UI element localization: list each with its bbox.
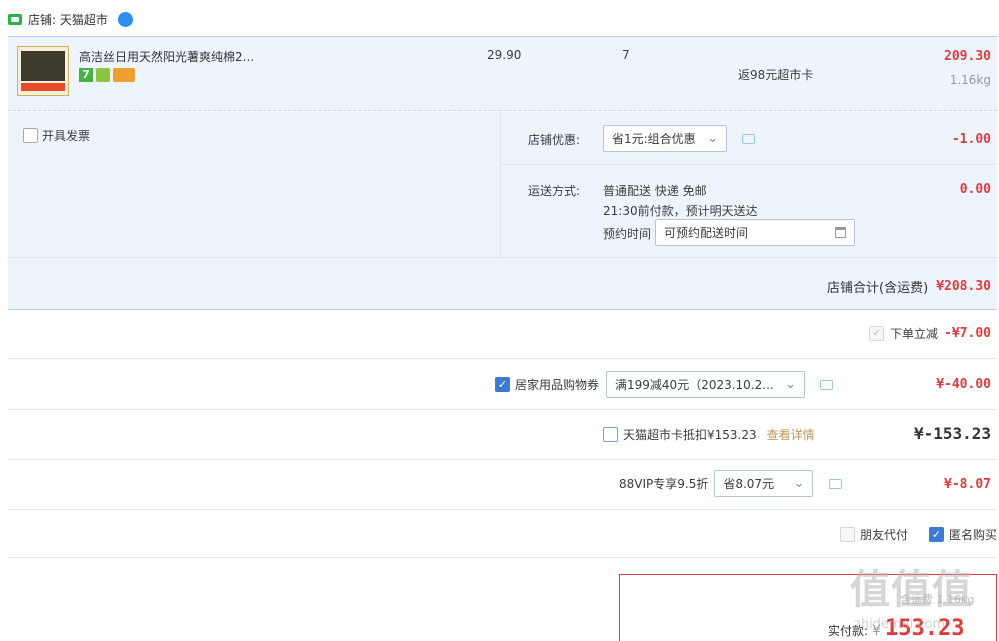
extra-options: 朋友代付 ✓ 匿名购买 <box>839 526 997 543</box>
vip-row: 88VIP专享9.5折 省8.07元 ⌄ <box>619 470 843 497</box>
item-weight: 1.16kg <box>949 73 991 87</box>
shop-total: 店铺合计(含运费) ¥208.30 <box>827 277 991 296</box>
shop-total-label: 店铺合计(含运费) <box>827 281 929 296</box>
shipping-amount: 0.00 <box>959 182 991 197</box>
card-row: 天猫超市卡抵扣¥153.23 查看详情 <box>603 426 815 443</box>
watermark-logo: 值值值 <box>850 567 973 613</box>
divider <box>8 509 997 510</box>
vip-select[interactable]: 省8.07元 ⌄ <box>714 470 814 497</box>
watermark: 值值值 zhidemai.com <box>848 557 998 641</box>
coupon-label: 居家用品购物券 <box>515 378 600 392</box>
quantity: 7 <box>622 48 630 62</box>
card-checkbox[interactable] <box>603 427 618 442</box>
shop-name[interactable]: 店铺: 天猫超市 <box>28 11 108 28</box>
shop-discount-label: 店铺优惠: <box>528 133 581 147</box>
chevron-down-icon: ⌄ <box>785 377 797 392</box>
vip-label: 88VIP专享9.5折 <box>619 477 709 491</box>
shop-total-amount: ¥208.30 <box>936 279 991 294</box>
shipping-label: 运送方式: <box>528 184 581 198</box>
divider <box>8 409 997 410</box>
panel-divider-horizontal <box>501 164 997 165</box>
shipping-eta: 21:30前付款，预计明天送达 <box>603 204 758 218</box>
item-subtotal: 209.30 <box>944 49 991 64</box>
comment-icon[interactable] <box>820 379 834 390</box>
shipping-method: 普通配送 快递 免邮 <box>603 184 707 198</box>
comment-icon[interactable] <box>829 478 843 489</box>
panel-divider-total <box>8 257 997 258</box>
chevron-down-icon: ⌄ <box>707 131 718 146</box>
seven-day-return-icon: 7 <box>79 68 93 82</box>
instant-discount-row: ✓ 下单立减 -¥7.00 <box>869 325 991 342</box>
anonymous-checkbox[interactable]: ✓ <box>928 527 944 542</box>
shop-header: 店铺: 天猫超市 <box>8 11 133 28</box>
coupon-checkbox[interactable]: ✓ <box>495 377 510 392</box>
item-row: 高洁丝日用天然阳光薯爽纯棉2... 7 29.90 7 返98元超市卡 209.… <box>8 36 997 111</box>
friend-pay-checkbox[interactable] <box>839 527 855 542</box>
appointment-label: 预约时间 <box>603 227 652 241</box>
instant-discount-amount: -¥7.00 <box>944 326 991 341</box>
shop-discount-amount: -1.00 <box>951 132 991 147</box>
friend-pay-label: 朋友代付 <box>859 528 908 542</box>
service-badges: 7 <box>79 68 135 82</box>
appointment-time-field[interactable]: 可预约配送时间 <box>655 219 855 246</box>
coupon-select[interactable]: 满199减40元（2023.10.2... ⌄ <box>606 371 806 398</box>
vip-amount: ¥-8.07 <box>944 477 991 492</box>
product-title[interactable]: 高洁丝日用天然阳光薯爽纯棉2... <box>79 48 254 65</box>
order-options-panel: 开具发票 店铺优惠: 省1元:组合优惠 ⌄ -1.00 运送方式: 普通配送 快递… <box>8 112 997 310</box>
divider <box>8 358 997 359</box>
instant-discount-checkbox: ✓ <box>869 326 885 341</box>
instant-discount-label: 下单立减 <box>890 327 939 341</box>
calendar-icon <box>835 227 846 238</box>
invoice-checkbox[interactable] <box>23 128 38 143</box>
watermark-subtext: zhidemai.com <box>854 617 946 632</box>
product-thumbnail[interactable] <box>17 46 69 96</box>
card-amount: ¥-153.23 <box>913 424 991 443</box>
invoice-option[interactable]: 开具发票 <box>23 127 90 144</box>
shop-discount-select[interactable]: 省1元:组合优惠 ⌄ <box>603 125 727 152</box>
panel-divider-vertical <box>500 112 501 257</box>
comment-icon[interactable] <box>742 134 755 144</box>
guarantee-icon <box>96 68 110 82</box>
divider <box>8 459 997 460</box>
coupon-row: ✓ 居家用品购物券 满199减40元（2023.10.2... ⌄ <box>495 371 834 398</box>
rebate-text: 返98元超市卡 <box>738 68 814 82</box>
anonymous-label: 匿名购买 <box>948 528 997 542</box>
chevron-down-icon: ⌄ <box>793 476 805 491</box>
tmall-icon <box>8 14 22 25</box>
card-label: 天猫超市卡抵扣¥153.23 <box>623 428 757 442</box>
card-pay-icon <box>113 68 135 82</box>
card-details-link[interactable]: 查看详情 <box>767 426 815 443</box>
wangwang-chat-icon[interactable] <box>117 12 133 27</box>
invoice-label: 开具发票 <box>42 129 91 143</box>
unit-price: 29.90 <box>487 48 522 62</box>
coupon-amount: ¥-40.00 <box>936 377 991 392</box>
